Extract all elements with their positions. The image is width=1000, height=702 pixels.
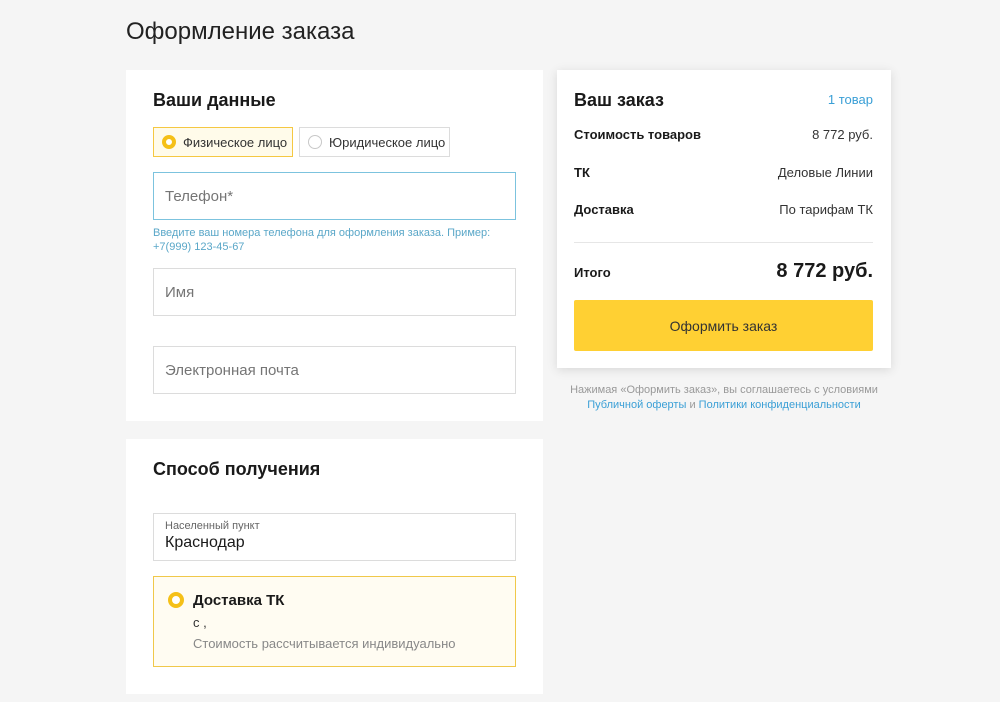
delivery-method-title: Способ получения <box>153 459 321 479</box>
summary-row-delivery: Доставка По тарифам ТК <box>574 202 873 217</box>
phone-input[interactable] <box>153 172 516 220</box>
summary-row-label: Стоимость товаров <box>574 127 701 142</box>
total-value: 8 772 руб. <box>776 260 873 282</box>
name-input[interactable] <box>153 268 516 316</box>
summary-row-label: ТК <box>574 165 590 180</box>
delivery-option-name: Доставка ТК <box>193 592 285 609</box>
delivery-option-cost-note: Стоимость рассчитывается индивидуально <box>193 636 456 651</box>
summary-divider <box>574 242 873 243</box>
summary-row-value: 8 772 руб. <box>812 127 873 142</box>
agreement-text: Нажимая «Оформить заказ», вы соглашаетес… <box>570 384 878 396</box>
summary-row-goods-cost: Стоимость товаров 8 772 руб. <box>574 127 873 142</box>
place-order-button[interactable]: Оформить заказ <box>574 300 873 351</box>
customer-data-card: Ваши данные Физическое лицо Юридическое … <box>126 70 543 421</box>
phone-hint: Введите ваш номера телефона для оформлен… <box>153 227 491 253</box>
delivery-method-card: Способ получения Населенный пункт Красно… <box>126 439 543 694</box>
page-title: Оформление заказа <box>126 18 355 45</box>
radio-selected-icon <box>168 592 184 608</box>
items-count-link[interactable]: 1 товар <box>828 92 873 107</box>
summary-row-tk: ТК Деловые Линии <box>574 165 873 180</box>
radio-selected-icon <box>162 135 176 149</box>
summary-row-value: По тарифам ТК <box>779 202 873 217</box>
order-summary-title: Ваш заказ <box>574 90 664 110</box>
person-type-individual-label: Физическое лицо <box>183 134 288 150</box>
checkout-page: Оформление заказа Ваши данные Физическое… <box>0 0 1000 702</box>
radio-unselected-icon <box>308 135 322 149</box>
total-label: Итого <box>574 265 611 280</box>
delivery-option-tk[interactable]: Доставка ТК с , Стоимость рассчитывается… <box>153 576 516 667</box>
summary-row-label: Доставка <box>574 202 634 217</box>
privacy-policy-link[interactable]: Политики конфиденциальности <box>699 399 861 411</box>
person-type-individual[interactable]: Физическое лицо <box>153 127 293 157</box>
customer-data-title: Ваши данные <box>153 90 276 110</box>
public-offer-link[interactable]: Публичной оферты <box>587 399 686 411</box>
city-label: Населенный пункт <box>165 520 260 532</box>
delivery-option-date: с , <box>193 615 207 630</box>
agreement-conjunction: и <box>689 399 696 411</box>
order-summary-card: Ваш заказ 1 товар Стоимость товаров 8 77… <box>557 70 891 368</box>
agreement-note: Нажимая «Оформить заказ», вы соглашаетес… <box>557 383 891 413</box>
person-type-legal-label: Юридическое лицо <box>329 134 446 150</box>
city-value[interactable]: Краснодар <box>165 534 504 552</box>
person-type-legal[interactable]: Юридическое лицо <box>299 127 450 157</box>
city-field[interactable]: Населенный пункт Краснодар <box>153 513 516 561</box>
email-input[interactable] <box>153 346 516 394</box>
summary-row-value: Деловые Линии <box>777 165 873 180</box>
